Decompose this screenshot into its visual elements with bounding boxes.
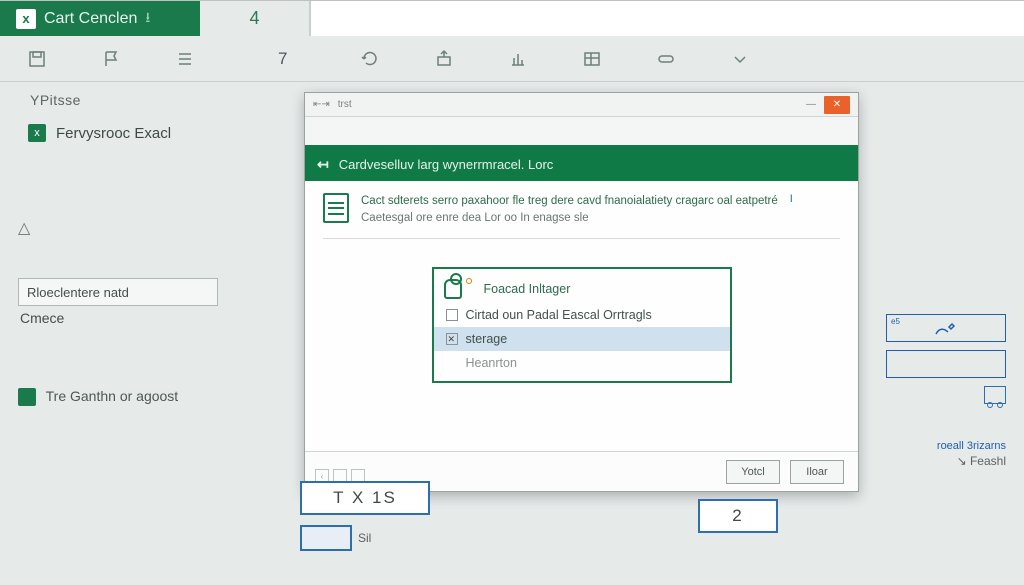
document-icon <box>323 193 349 223</box>
dialog-description: Cact sdterets serro paxahoor fle treg de… <box>323 193 840 239</box>
flag-icon[interactable] <box>100 48 122 70</box>
ribbon: 7 <box>0 36 1024 82</box>
table-icon[interactable] <box>581 48 603 70</box>
checkbox-icon[interactable] <box>446 309 458 321</box>
option-label: sterage <box>466 332 508 346</box>
status-chip-icon <box>18 388 36 406</box>
dialog-header: ↤ Cardveselluv larg wynerrmracel. Lorc <box>305 147 858 181</box>
widget-box-2[interactable] <box>886 350 1006 378</box>
dialog-body: Cact sdterets serro paxahoor fle treg de… <box>305 181 858 451</box>
runner-icon <box>934 320 958 336</box>
option-label: Cirtad oun Padal Eascal Orrtragls <box>466 308 652 322</box>
bottom-cells: T X 1S Sil 2 <box>300 481 778 551</box>
dialog-mini-title: trst <box>338 99 352 110</box>
option-label: Heanrton <box>466 356 517 370</box>
cell-small-label: Sil <box>358 531 371 545</box>
app-logo-icon: x <box>16 9 36 29</box>
panel-footer-text: Tre Ganthn or agoost <box>46 388 179 404</box>
cell-small[interactable] <box>300 525 352 551</box>
right-footer-2: ↘ Feashl <box>886 454 1006 468</box>
close-button[interactable]: ✕ <box>824 96 850 114</box>
dialog-header-text: Cardveselluv larg wynerrmracel. Lorc <box>339 157 554 172</box>
person-icon <box>444 279 462 299</box>
list-icon[interactable] <box>174 48 196 70</box>
back-icon[interactable]: ↤ <box>317 156 329 173</box>
section-label: YPitsse <box>18 92 288 108</box>
ribbon-number: 7 <box>278 49 287 69</box>
right-widgets: e5 roeall 3rizarns ↘ Feashl <box>886 314 1006 468</box>
refresh-icon[interactable] <box>359 48 381 70</box>
desc-line-1: Cact sdterets serro paxahoor fle treg de… <box>361 193 778 210</box>
right-footer-1: roeall 3rizarns <box>886 440 1006 452</box>
formula-bar[interactable] <box>310 1 1024 36</box>
app-title: Cart Cenclen <box>44 10 137 28</box>
titlebar-glyph: ⇤⇥ <box>313 99 330 110</box>
dialog-primary-button[interactable]: Yotcl <box>726 460 780 484</box>
download-icon[interactable]: ⭳ <box>145 7 150 31</box>
workspace: YPitsse x Fervysrooc Exacl △ Cmece Tre G… <box>0 82 1024 585</box>
chevron-down-icon[interactable] <box>729 48 751 70</box>
minimize-icon[interactable]: ― <box>806 99 816 110</box>
option-header: Foacad Inltager <box>434 275 730 303</box>
titlebar: x Cart Cenclen ⭳ 4 <box>0 0 1024 36</box>
option-row-1[interactable]: Cirtad oun Padal Eascal Orrtragls <box>434 303 730 327</box>
option-header-text: Foacad Inltager <box>484 282 571 296</box>
widget-box-1[interactable]: e5 <box>886 314 1006 342</box>
name-box[interactable]: 4 <box>200 1 310 36</box>
filter-sublabel: Cmece <box>18 310 288 326</box>
panel-footer: Tre Ganthn or agoost <box>18 388 288 406</box>
cart-icon[interactable] <box>984 386 1006 404</box>
link-icon[interactable] <box>655 48 677 70</box>
warning-row: △ <box>18 218 288 238</box>
modal-dialog: ⇤⇥ trst ― ✕ ↤ Cardveselluv larg wynerrmr… <box>304 92 859 492</box>
option-row-2[interactable]: sterage <box>434 327 730 351</box>
widget-tag: e5 <box>891 317 900 326</box>
badge-icon <box>466 278 472 284</box>
option-row-3[interactable]: Heanrton <box>434 351 730 375</box>
checkbox-checked-icon[interactable] <box>446 333 458 345</box>
chart-icon[interactable] <box>507 48 529 70</box>
cell-b[interactable]: 2 <box>698 499 778 533</box>
dialog-tabstrip[interactable] <box>305 117 858 147</box>
warning-icon: △ <box>18 218 30 238</box>
filter-input[interactable] <box>18 278 218 306</box>
dialog-secondary-button[interactable]: Iloar <box>790 460 844 484</box>
save-icon[interactable] <box>26 48 48 70</box>
side-panel: YPitsse x Fervysrooc Exacl △ Cmece Tre G… <box>18 92 288 406</box>
option-list: Foacad Inltager Cirtad oun Padal Eascal … <box>432 267 732 383</box>
sidebar-item-label: Fervysrooc Exacl <box>56 125 171 142</box>
app-tab[interactable]: x Cart Cenclen ⭳ <box>0 1 200 36</box>
dialog-titlebar[interactable]: ⇤⇥ trst ― ✕ <box>305 93 858 117</box>
desc-line-2: Caetesgal ore enre dea Lor oo In enagse … <box>361 210 778 227</box>
export-icon[interactable] <box>433 48 455 70</box>
cell-a[interactable]: T X 1S <box>300 481 430 515</box>
sidebar-item-1[interactable]: x Fervysrooc Exacl <box>18 122 288 144</box>
desc-link[interactable]: I <box>790 193 793 205</box>
excel-icon: x <box>28 124 46 142</box>
